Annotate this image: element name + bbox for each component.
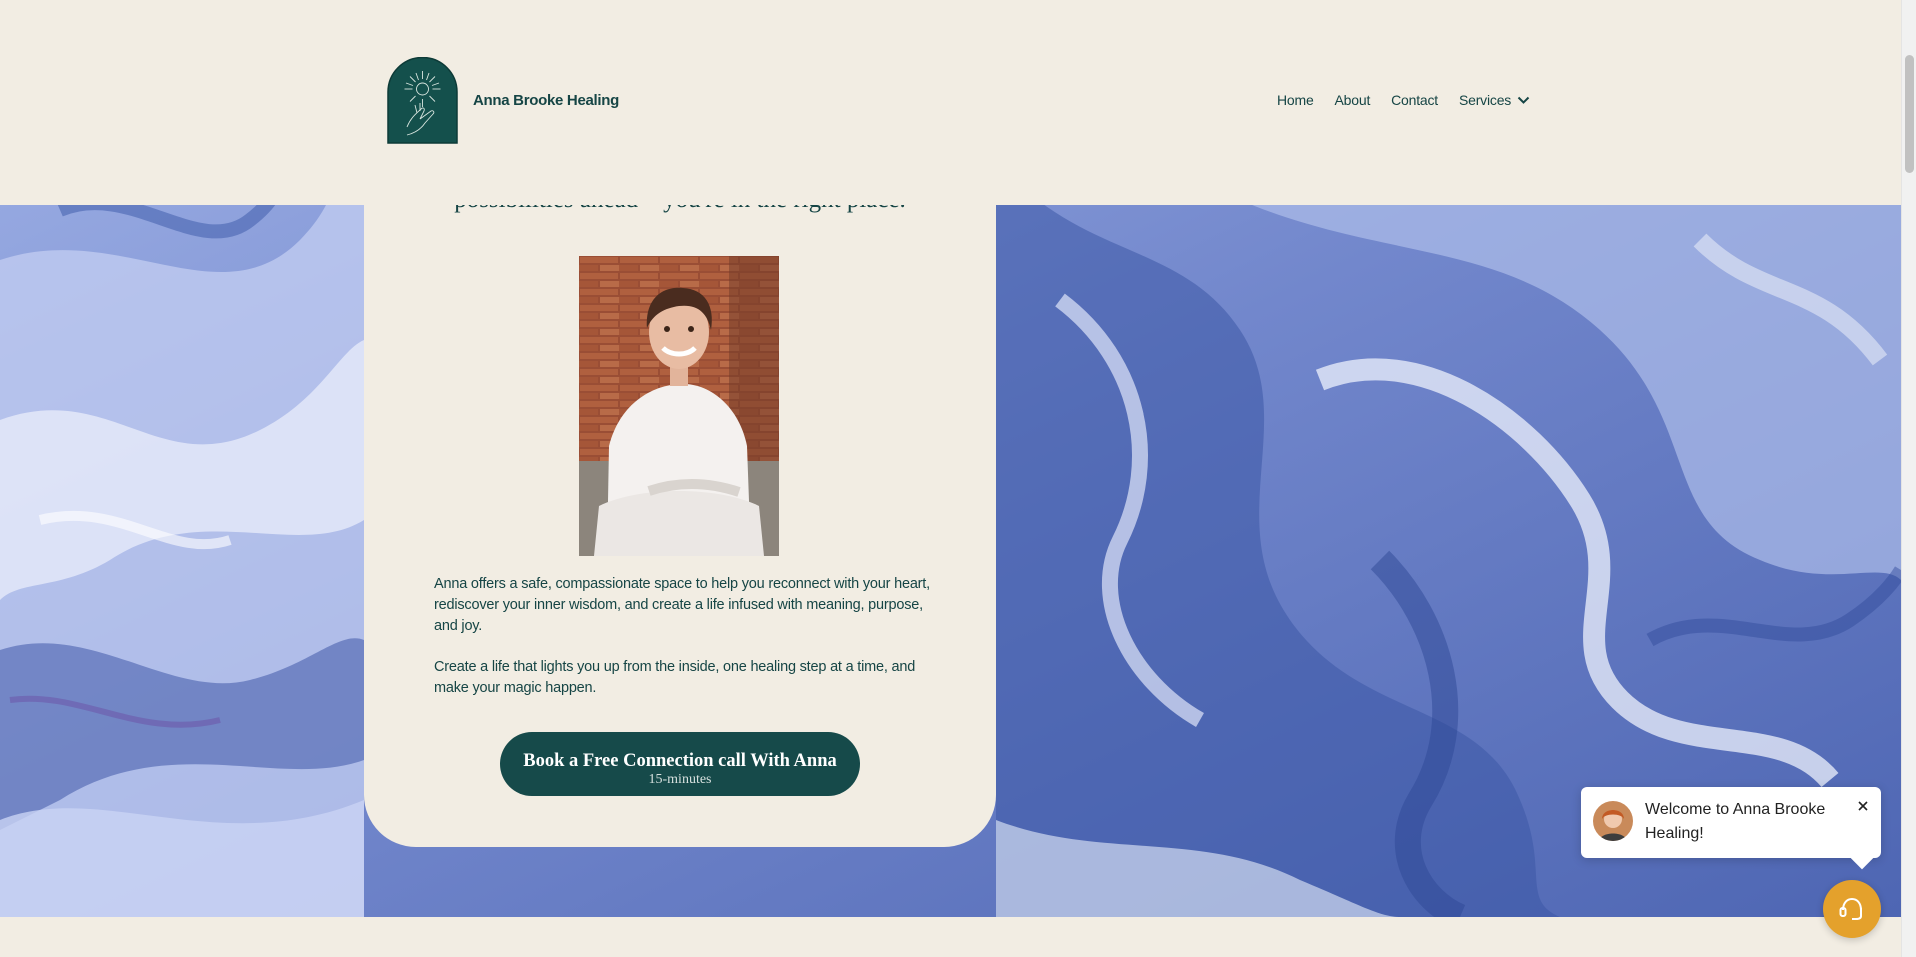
chevron-down-icon	[1517, 96, 1530, 104]
vertical-scrollbar[interactable]	[1901, 0, 1916, 957]
sunburst-hand-arch-logo-icon[interactable]	[387, 56, 458, 144]
chat-welcome-message: Welcome to Anna Brooke Healing!	[1645, 801, 1826, 842]
nav-services-label: Services	[1459, 92, 1512, 108]
nav-item-services[interactable]: Services	[1459, 92, 1530, 108]
page-footer-band	[0, 917, 1901, 957]
nav-item-about[interactable]: About	[1335, 92, 1371, 108]
site-header: Anna Brooke Healing Home About Contact S…	[0, 0, 1901, 205]
intro-text: Anna offers a safe, compassionate space …	[434, 574, 934, 719]
cta-label: Book a Free Connection call With Anna	[523, 751, 837, 771]
scrollbar-thumb[interactable]	[1905, 55, 1914, 173]
intro-paragraph-1: Anna offers a safe, compassionate space …	[434, 576, 930, 634]
chat-support-icon	[1839, 897, 1862, 920]
nav-item-contact[interactable]: Contact	[1391, 92, 1438, 108]
book-free-connection-call-button[interactable]: Book a Free Connection call With Anna 15…	[500, 732, 860, 796]
cta-sublabel: 15-minutes	[648, 772, 712, 787]
nav-item-home[interactable]: Home	[1277, 92, 1314, 108]
intro-paragraph-2: Create a life that lights you up from th…	[434, 659, 916, 696]
chat-welcome-popup[interactable]: Welcome to Anna Brooke Healing!	[1581, 787, 1881, 858]
chat-launcher-button[interactable]	[1823, 880, 1881, 938]
main-nav: Home About Contact Services	[1277, 92, 1530, 108]
close-icon[interactable]	[1855, 798, 1871, 814]
page-viewport: Anna Brooke Healing Home About Contact S…	[0, 0, 1901, 957]
intro-card: possibilities ahead – you're in the righ…	[364, 100, 996, 847]
brand-name-link[interactable]: Anna Brooke Healing	[473, 92, 619, 109]
anna-portrait-photo	[579, 256, 779, 556]
chat-agent-avatar	[1593, 801, 1633, 841]
